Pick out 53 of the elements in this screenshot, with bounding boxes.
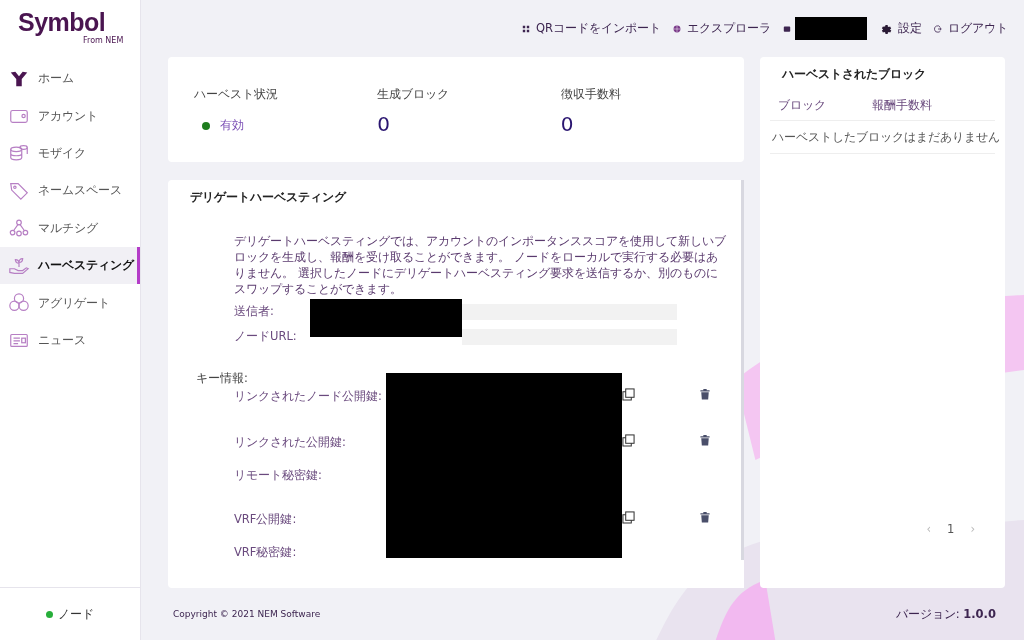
sidebar-item[interactable]: マルチシグ	[0, 209, 140, 247]
sidebar-item[interactable]: ニュース	[0, 321, 140, 360]
copy-icon[interactable]	[622, 511, 635, 524]
key-label: リンクされたノード公開鍵:	[234, 388, 382, 404]
stat-label: 徴収手数料	[560, 87, 622, 102]
delete-icon[interactable]	[700, 388, 710, 400]
sidebar-item[interactable]: ネームスペース	[0, 172, 140, 210]
copy-icon[interactable]	[622, 388, 635, 401]
field-label: 送信者:	[234, 304, 275, 319]
stat-value: 0	[560, 112, 575, 136]
copyright-text: Copyright © 2021 NEM Software	[173, 609, 321, 619]
sidebar-item[interactable]: ホーム	[0, 60, 140, 98]
stat-label: 生成ブロック	[377, 87, 451, 102]
description-text: デリゲートハーベスティングでは、アカウントのインポータンススコアを使用して新しいブロックを生成し、報酬を受け取ることができます。 ノードをローカルで実行する必要はありません。 選択したノードにデリゲートハーベスティング要求を送信するか、別のものにスワップすることができます。	[234, 233, 727, 297]
column-header: ブロック	[778, 98, 827, 113]
background-wave	[715, 580, 776, 640]
input-field[interactable]	[462, 303, 677, 320]
delete-icon[interactable]	[700, 434, 710, 446]
node-status[interactable]: ノード	[0, 587, 140, 640]
key-label: リモート秘密鍵:	[234, 467, 322, 483]
node-label: ノード	[58, 606, 94, 622]
card-title: ハーベストされたブロック	[781, 66, 927, 82]
copy-icon[interactable]	[622, 434, 635, 447]
settings-link[interactable]: 設定	[879, 21, 922, 36]
redacted-block	[795, 17, 867, 40]
version-text: バージョン: 1.0.0	[895, 606, 996, 622]
status-value: 有効	[220, 118, 244, 133]
key-label: VRF秘密鍵:	[234, 544, 297, 560]
globe-icon	[673, 24, 681, 33]
delete-icon[interactable]	[700, 511, 710, 523]
card-title: デリゲートハーベスティング	[189, 189, 348, 205]
column-header: 報酬手数料	[872, 98, 932, 113]
logout-link[interactable]: ログアウト	[934, 21, 1008, 36]
logo-wordmark: Symbol	[18, 8, 106, 36]
qr-import-link[interactable]: QRコードをインポート	[521, 21, 661, 36]
sidebar-item[interactable]: アカウント	[0, 97, 140, 135]
sidebar-item[interactable]: モザイク	[0, 134, 140, 173]
stat-label: ハーベスト状況	[194, 87, 279, 102]
key-label: リンクされた公開鍵:	[234, 434, 346, 450]
stat-value: 0	[377, 112, 392, 136]
logo-tagline: From NEM	[83, 36, 124, 45]
page-number[interactable]: 1	[947, 522, 955, 536]
sidebar-item[interactable]: ハーベスティング	[0, 246, 140, 285]
logout-icon	[934, 24, 942, 33]
sidebar-item[interactable]: アグリゲート	[0, 284, 140, 322]
input-field[interactable]	[462, 328, 677, 345]
section-label: キー情報:	[196, 371, 249, 386]
wallet-icon	[783, 24, 791, 33]
key-label: VRF公開鍵:	[234, 511, 297, 527]
field-label: ノードURL:	[234, 329, 298, 344]
settings-icon	[879, 22, 892, 35]
qr-icon	[521, 24, 530, 33]
explorer-link[interactable]: エクスプローラ	[673, 21, 771, 36]
